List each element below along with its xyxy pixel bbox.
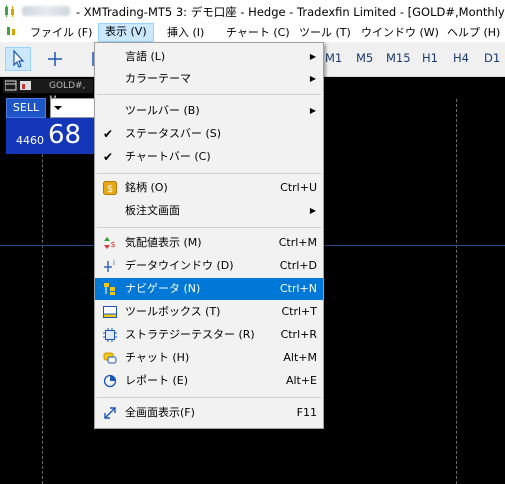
app-icon: [5, 5, 14, 17]
symbols-icon: $: [103, 181, 117, 195]
timeframe-d1[interactable]: D1: [484, 51, 500, 65]
menu-item-chat[interactable]: チャット (H) Alt+M: [95, 347, 323, 369]
timeframe-m1[interactable]: M1: [325, 51, 342, 65]
menu-item-toolbar[interactable]: ツールバー (B) ▶: [95, 100, 323, 122]
lot-dropdown[interactable]: [50, 98, 66, 118]
menu-item-navigator[interactable]: ナビゲータ (N) Ctrl+N: [95, 278, 323, 300]
menu-item-chart-bar[interactable]: ✔ チャートバー (C): [95, 146, 323, 168]
menu-item-data-window[interactable]: i データウインドウ (D) Ctrl+D: [95, 255, 323, 277]
timeframe-h4[interactable]: H4: [453, 51, 469, 65]
submenu-arrow-icon: ▶: [309, 74, 316, 83]
grid-line: [456, 99, 457, 484]
navigator-icon: [104, 283, 115, 295]
menu-item-status-bar[interactable]: ✔ ステータスバー (S): [95, 123, 323, 145]
title-bar: - XMTrading-MT5 3: デモ口座 - Hedge - Tradex…: [0, 0, 505, 22]
menu-item-report[interactable]: レポート (E) Alt+E: [95, 370, 323, 392]
grid-line: [42, 99, 43, 484]
one-click-trading-panel: SELL 4460 68: [6, 98, 99, 154]
menu-item-strategy-tester[interactable]: ストラテジーテスター (R) Ctrl+R: [95, 324, 323, 346]
menu-separator: [97, 227, 321, 228]
timeframe-m5[interactable]: M5: [356, 51, 373, 65]
menu-bar: ファイル (F) 表示 (V) 挿入 (I) チャート (C) ツール (T) …: [0, 22, 505, 42]
menu-window[interactable]: ウインドウ (W): [355, 24, 445, 41]
menu-item-color-theme[interactable]: カラーテーマ ▶: [95, 68, 323, 90]
svg-text:$: $: [110, 240, 115, 249]
submenu-arrow-icon: ▶: [309, 106, 316, 115]
window-title: - XMTrading-MT5 3: デモ口座 - Hedge - Tradex…: [76, 5, 505, 19]
sell-button[interactable]: SELL: [6, 98, 46, 118]
sell-price-box[interactable]: 4460 68: [6, 118, 98, 154]
cursor-tool-button[interactable]: [5, 47, 31, 71]
document-icon: [7, 27, 15, 35]
menu-separator: [97, 397, 321, 398]
menu-tools[interactable]: ツール (T): [293, 24, 357, 41]
svg-text:$: $: [107, 184, 113, 195]
chevron-down-icon: [54, 106, 62, 110]
menu-view[interactable]: 表示 (V): [98, 23, 154, 42]
chart-window-icon: [5, 80, 31, 91]
menu-item-depth-of-market[interactable]: 板注文画面 ▶: [95, 200, 323, 222]
redacted-account: [22, 6, 70, 16]
menu-separator: [97, 173, 321, 174]
timeframe-h1[interactable]: H1: [422, 51, 438, 65]
menu-item-market-watch[interactable]: $ 気配値表示 (M) Ctrl+M: [95, 232, 323, 254]
submenu-arrow-icon: ▶: [309, 206, 316, 215]
submenu-arrow-icon: ▶: [309, 52, 316, 61]
cursor-icon: [13, 49, 25, 68]
chart-tab[interactable]: GOLD#, M: [3, 79, 93, 105]
price-prefix: 4460: [16, 134, 44, 147]
chat-icon: [103, 352, 117, 364]
data-window-icon: i: [104, 259, 115, 272]
menu-item-toolbox[interactable]: ツールボックス (T) Ctrl+T: [95, 301, 323, 323]
crosshair-icon: [48, 52, 62, 66]
timeframe-m15[interactable]: M15: [386, 51, 411, 65]
svg-text:i: i: [113, 259, 115, 267]
report-icon: [103, 374, 117, 388]
menu-item-symbols[interactable]: $ 銘柄 (O) Ctrl+U: [95, 177, 323, 199]
menu-insert[interactable]: 挿入 (I): [161, 24, 210, 41]
menu-separator: [97, 94, 321, 95]
menu-item-fullscreen[interactable]: 全画面表示(F) F11: [95, 402, 323, 424]
view-menu-dropdown: 言語 (L) ▶ カラーテーマ ▶ ツールバー (B) ▶ ✔ ステータスバー …: [94, 42, 324, 429]
strategy-tester-icon: [103, 328, 117, 342]
menu-item-language[interactable]: 言語 (L) ▶: [95, 46, 323, 68]
checkmark-icon: ✔: [103, 127, 114, 141]
menu-help[interactable]: ヘルプ (H): [441, 24, 505, 41]
menu-file[interactable]: ファイル (F): [24, 24, 98, 41]
menu-chart[interactable]: チャート (C): [220, 24, 296, 41]
checkmark-icon: ✔: [103, 150, 114, 164]
toolbox-icon: [103, 306, 117, 318]
price-large-digits: 68: [48, 120, 82, 150]
fullscreen-icon: [104, 407, 116, 419]
market-watch-icon: $: [104, 237, 116, 249]
crosshair-tool-button[interactable]: [42, 47, 68, 71]
